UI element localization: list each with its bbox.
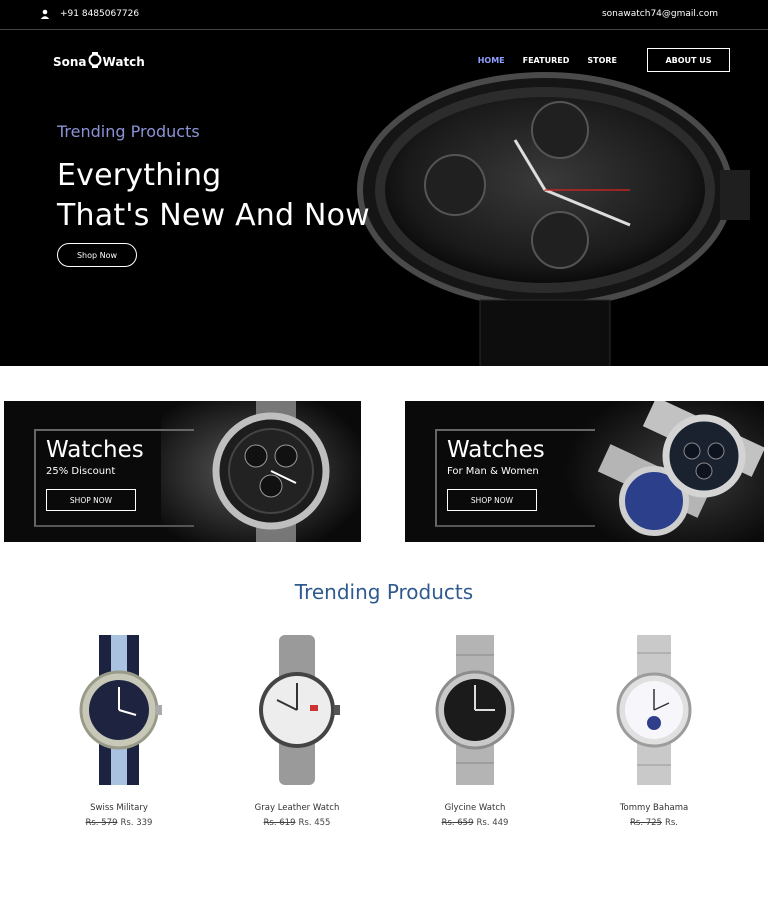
product-price: Rs. 659 Rs. 449 bbox=[400, 818, 550, 828]
user-icon bbox=[40, 9, 50, 19]
product-old-price: Rs. 579 bbox=[85, 818, 118, 828]
contact-email[interactable]: sonawatch74@gmail.com bbox=[602, 9, 718, 19]
banner-title: Watches bbox=[447, 437, 545, 463]
nav-store[interactable]: STORE bbox=[587, 56, 617, 65]
hero-watch-image bbox=[357, 72, 750, 366]
phone-text: +91 8485067726 bbox=[60, 9, 140, 19]
product-new-price: Rs. bbox=[664, 818, 678, 828]
product-image bbox=[400, 625, 550, 795]
product-price: Rs. 725 Rs. bbox=[579, 818, 729, 828]
product-new-price: Rs. 339 bbox=[120, 818, 153, 828]
logo-text-second: Watch bbox=[102, 54, 145, 69]
main-nav: HOME FEATURED STORE ABOUT US bbox=[478, 48, 730, 72]
hero-heading-line2: That's New And Now bbox=[57, 198, 370, 233]
top-bar: +91 8485067726 sonawatch74@gmail.com bbox=[0, 0, 768, 30]
product-card[interactable]: Glycine Watch Rs. 659 Rs. 449 bbox=[400, 625, 550, 828]
hero-heading: Everything That's New And Now bbox=[57, 156, 370, 236]
product-card[interactable]: Swiss Military Rs. 579 Rs. 339 bbox=[44, 625, 194, 828]
product-card[interactable]: Gray Leather Watch Rs. 619 Rs. 455 bbox=[222, 625, 372, 828]
promo-banner-couple[interactable]: Watches For Man & Women SHOP NOW bbox=[405, 401, 764, 542]
banner-desc: For Man & Women bbox=[447, 466, 539, 477]
watch-logo-icon bbox=[88, 52, 102, 71]
banner-desc: 25% Discount bbox=[46, 466, 116, 477]
hero-section: Sona Watch HOME FEATURED STORE ABOUT US … bbox=[0, 30, 768, 366]
product-name[interactable]: Tommy Bahama bbox=[579, 803, 729, 813]
nav-featured[interactable]: FEATURED bbox=[523, 56, 570, 65]
promo-banner-discount[interactable]: Watches 25% Discount SHOP NOW bbox=[4, 401, 361, 542]
product-image bbox=[44, 625, 194, 795]
product-price: Rs. 579 Rs. 339 bbox=[44, 818, 194, 828]
product-price: Rs. 619 Rs. 455 bbox=[222, 818, 372, 828]
shop-now-button[interactable]: Shop Now bbox=[57, 243, 137, 267]
product-new-price: Rs. 455 bbox=[298, 818, 331, 828]
product-name[interactable]: Gray Leather Watch bbox=[222, 803, 372, 813]
product-new-price: Rs. 449 bbox=[476, 818, 509, 828]
banner-shop-now-button[interactable]: SHOP NOW bbox=[46, 489, 136, 511]
nav-about-button[interactable]: ABOUT US bbox=[647, 48, 730, 72]
nav-home[interactable]: HOME bbox=[478, 56, 505, 65]
hero-subtitle: Trending Products bbox=[57, 122, 200, 141]
product-name[interactable]: Glycine Watch bbox=[400, 803, 550, 813]
product-image bbox=[579, 625, 729, 795]
product-old-price: Rs. 725 bbox=[629, 818, 662, 828]
banner-title: Watches bbox=[46, 437, 144, 463]
contact-phone: +91 8485067726 bbox=[40, 9, 139, 19]
product-image bbox=[222, 625, 372, 795]
product-name[interactable]: Swiss Military bbox=[44, 803, 194, 813]
hero-heading-line1: Everything bbox=[57, 158, 222, 193]
product-old-price: Rs. 619 bbox=[263, 818, 296, 828]
site-logo[interactable]: Sona Watch bbox=[53, 52, 145, 71]
product-card[interactable]: Tommy Bahama Rs. 725 Rs. bbox=[579, 625, 729, 828]
banner-shop-now-button[interactable]: SHOP NOW bbox=[447, 489, 537, 511]
product-old-price: Rs. 659 bbox=[441, 818, 474, 828]
logo-text-first: Sona bbox=[53, 54, 87, 69]
trending-products-title: Trending Products bbox=[294, 580, 474, 604]
